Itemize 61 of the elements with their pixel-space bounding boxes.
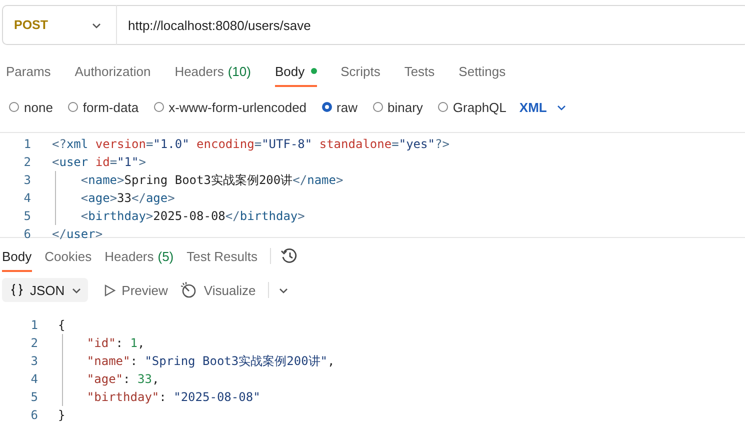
- line-number: 6: [22, 227, 31, 241]
- line-number: 2: [30, 336, 38, 350]
- url-field[interactable]: http://localhost:8080/users/save: [116, 5, 745, 45]
- line-number: 5: [22, 209, 31, 223]
- radio-option[interactable]: form-data: [68, 100, 139, 114]
- radio-option[interactable]: raw: [322, 100, 358, 114]
- radio-option[interactable]: GraphQL: [438, 100, 506, 114]
- tab[interactable]: Scripts: [340, 55, 380, 87]
- line-number: 5: [30, 390, 38, 404]
- radio-button[interactable]: [154, 102, 164, 112]
- code-line: "birthday": "2025-08-08": [86, 390, 260, 404]
- line-number: 2: [22, 155, 31, 169]
- visualize-button[interactable]: Visualize: [180, 281, 256, 299]
- tab[interactable]: Cookies: [44, 240, 92, 272]
- radio-option[interactable]: none: [9, 100, 53, 114]
- line-number: 4: [30, 372, 38, 386]
- format-dropdown[interactable]: XML: [519, 100, 567, 114]
- line-number: 4: [22, 191, 31, 205]
- tab[interactable]: Params: [6, 55, 51, 87]
- code-line: <birthday>2025-08-08</birthday>: [80, 209, 305, 223]
- preview-button[interactable]: Preview: [104, 282, 168, 298]
- code-line: "name": "Spring Boot3实战案例200讲",: [86, 352, 335, 370]
- line-number: 3: [22, 173, 31, 187]
- caret-icon: [556, 102, 567, 112]
- code-line: "id": 1,: [86, 336, 145, 350]
- radio-button[interactable]: [438, 102, 448, 112]
- code-line: <?xml version="1.0" encoding="UTF-8" standalone="yes"?>: [52, 137, 450, 151]
- radio-option[interactable]: binary: [372, 100, 423, 114]
- radio-button[interactable]: [68, 102, 78, 112]
- code-line: <age>33</age>: [80, 191, 175, 205]
- tab[interactable]: Headers (10): [174, 55, 251, 87]
- code-line: }: [58, 408, 66, 422]
- code-line: <user id="1">: [52, 155, 146, 169]
- history-icon: [280, 247, 298, 265]
- play-icon: [104, 284, 116, 296]
- radio-button[interactable]: [322, 102, 332, 112]
- radio-button[interactable]: [9, 102, 19, 112]
- tab[interactable]: Test Results: [186, 240, 258, 272]
- code-line: "age": 33,: [86, 372, 160, 386]
- caret-icon: [70, 286, 82, 294]
- tab[interactable]: Headers (5): [104, 240, 174, 272]
- tab[interactable]: Body: [2, 240, 32, 272]
- tab[interactable]: Settings: [458, 55, 506, 87]
- more-options-button[interactable]: [278, 286, 289, 294]
- line-number: 1: [30, 318, 38, 332]
- code-line: </user>: [52, 227, 103, 241]
- code-line: {: [58, 318, 66, 332]
- radio-option[interactable]: x-www-form-urlencoded: [154, 100, 307, 114]
- caret-icon: [91, 20, 102, 30]
- tab[interactable]: Body: [274, 55, 317, 87]
- visualize-icon: [180, 281, 198, 299]
- braces-icon: [10, 283, 24, 297]
- code-line: <name>Spring Boot3实战案例200讲</name>: [80, 172, 344, 188]
- line-number: 1: [22, 137, 31, 151]
- tab[interactable]: Authorization: [74, 55, 151, 87]
- format-dropdown[interactable]: JSON: [2, 278, 88, 302]
- radio-button[interactable]: [372, 102, 382, 112]
- caret-icon: [278, 286, 289, 294]
- line-number: 3: [30, 354, 38, 368]
- tab[interactable]: Tests: [404, 55, 435, 87]
- line-number: 6: [30, 408, 38, 422]
